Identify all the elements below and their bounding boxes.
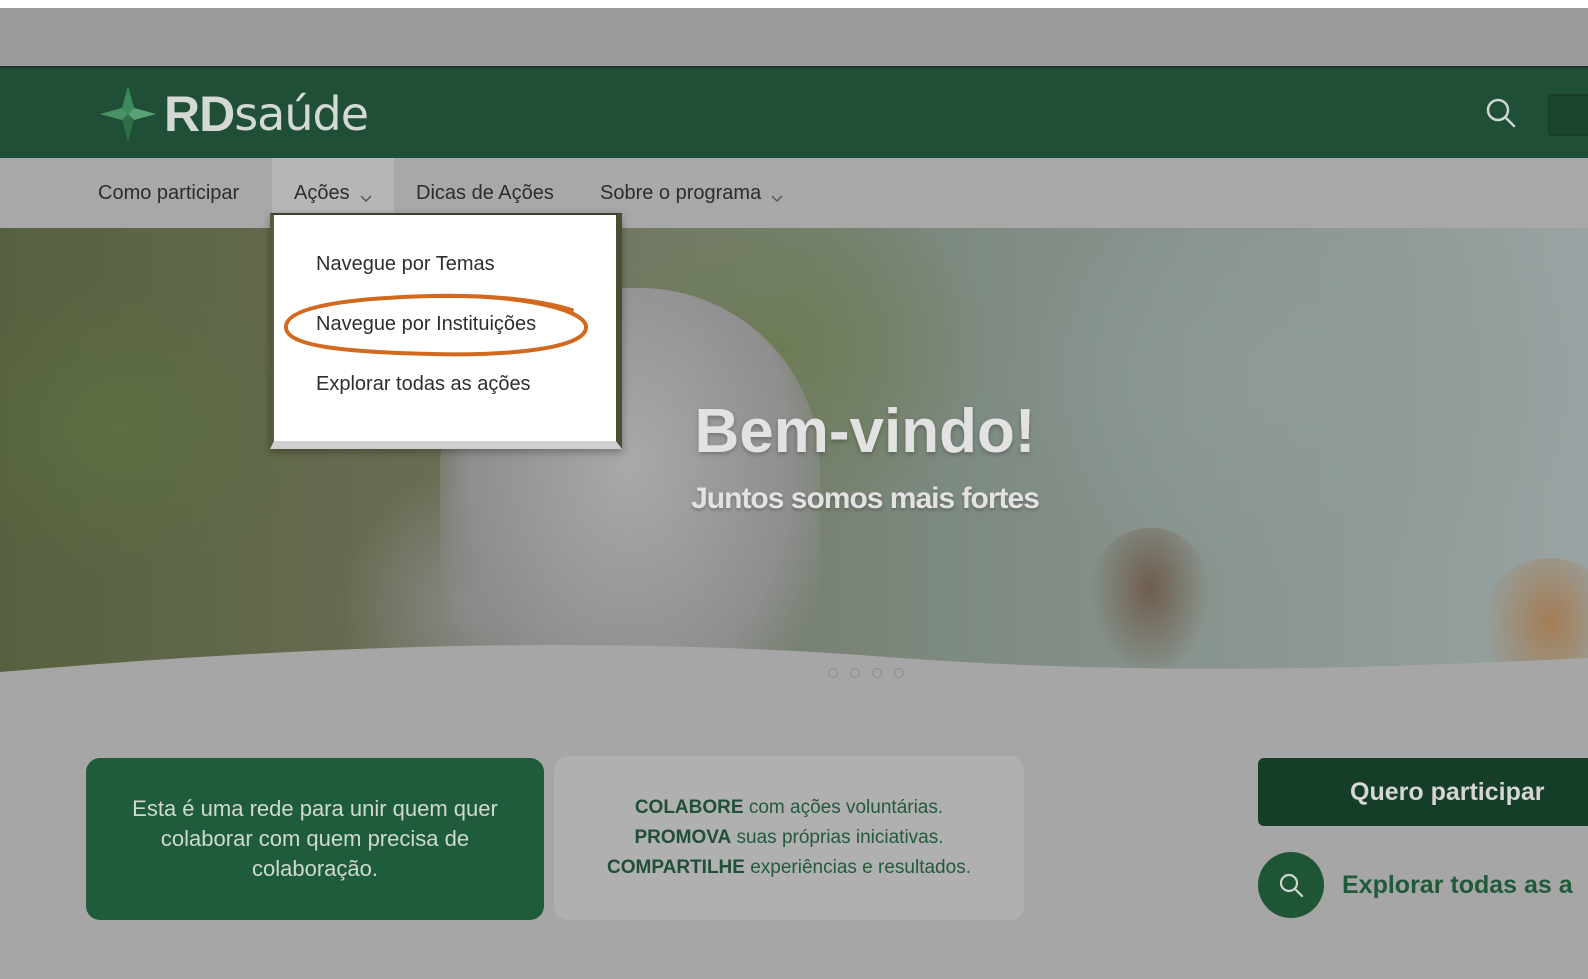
intro-card-gray: COLABORE com ações voluntárias. PROMOVA … bbox=[554, 756, 1024, 920]
carousel-dot[interactable] bbox=[872, 668, 882, 678]
nav-label: Como participar bbox=[98, 181, 240, 204]
acoes-dropdown-menu: Navegue por Temas Navegue por Instituiçõ… bbox=[270, 213, 622, 449]
nav-sobre-o-programa[interactable]: Sobre o programa bbox=[600, 158, 783, 228]
carousel-dot[interactable] bbox=[850, 668, 860, 678]
explore-actions-label[interactable]: Explorar todas as a bbox=[1342, 871, 1573, 900]
intro-section: Esta é uma rede para unir quem quer cola… bbox=[0, 690, 1588, 979]
chevron-down-icon bbox=[771, 187, 783, 202]
carousel-dot[interactable] bbox=[894, 668, 904, 678]
nav-como-participar[interactable]: Como participar bbox=[98, 158, 239, 228]
line-bold: COLABORE bbox=[634, 797, 744, 818]
intro-card-text: Esta é uma rede para unir quem quer cola… bbox=[132, 796, 498, 881]
hero-banner: Bem-vindo! Juntos somos mais fortes bbox=[0, 228, 1588, 698]
line-rest: suas próprias iniciativas. bbox=[731, 827, 944, 848]
share-line: COMPARTILHE experiências e resultados. bbox=[607, 857, 971, 879]
site-header: RD saúde bbox=[0, 66, 1588, 158]
dropdown-item-instituicoes[interactable]: Navegue por Instituições bbox=[316, 313, 536, 336]
nav-label: Dicas de Ações bbox=[416, 181, 554, 204]
intro-card-green: Esta é uma rede para unir quem quer cola… bbox=[86, 758, 544, 920]
browser-top-strip bbox=[0, 0, 1588, 68]
overlay-strip bbox=[0, 8, 1588, 68]
carousel-dot[interactable] bbox=[828, 668, 838, 678]
line-rest: com ações voluntárias. bbox=[743, 797, 944, 818]
line-bold: COMPARTILHE bbox=[607, 857, 745, 878]
collaborate-line: COLABORE com ações voluntárias. bbox=[635, 797, 943, 819]
explore-actions-link[interactable]: Explorar todas as a bbox=[1258, 852, 1573, 918]
dropdown-item-explorar[interactable]: Explorar todas as ações bbox=[316, 373, 531, 396]
line-rest: experiências e resultados. bbox=[744, 857, 971, 878]
hero-title: Bem-vindo! bbox=[694, 397, 1036, 466]
chevron-down-icon bbox=[360, 187, 372, 202]
rd-saude-logo[interactable]: RD saúde bbox=[98, 84, 369, 144]
main-nav: Como participar Ações Dicas de Ações Sob… bbox=[0, 158, 1588, 228]
logo-saude-text: saúde bbox=[234, 87, 369, 141]
nav-label: Sobre o programa bbox=[600, 181, 762, 204]
dropdown-item-temas[interactable]: Navegue por Temas bbox=[316, 253, 495, 276]
hero-wave bbox=[0, 645, 1588, 698]
carousel-dots bbox=[828, 668, 904, 678]
nav-label: Ações bbox=[294, 181, 350, 204]
hero-subtitle: Juntos somos mais fortes bbox=[691, 482, 1040, 515]
line-bold: PROMOVA bbox=[634, 827, 732, 848]
promote-line: PROMOVA suas próprias iniciativas. bbox=[634, 827, 943, 849]
logo-diamond-icon bbox=[98, 84, 158, 144]
quero-participar-button[interactable]: Quero participar bbox=[1258, 758, 1588, 826]
search-icon[interactable] bbox=[1258, 852, 1324, 918]
header-button-edge[interactable] bbox=[1548, 94, 1588, 136]
search-icon[interactable] bbox=[1484, 96, 1518, 130]
logo-rd-text: RD bbox=[164, 86, 235, 142]
